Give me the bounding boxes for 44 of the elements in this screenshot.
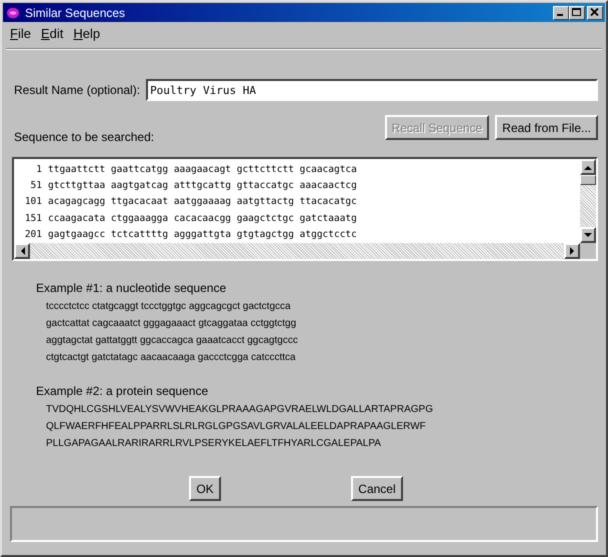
result-name-label: Result Name (optional): (14, 83, 140, 97)
line-number: 151 (24, 212, 42, 224)
vertical-scrollbar[interactable] (580, 159, 596, 243)
example-sequence-line: gactcattat cagcaaatct gggagaaact gtcaggataa cctggtctgg (45, 317, 298, 331)
sequence-line: gagtgaagcc tctcattttg agggattgta gtgtagctgg atggctcctc (48, 229, 357, 240)
horizontal-scrollbar[interactable] (14, 243, 596, 259)
menu-item[interactable]: Help (69, 26, 106, 42)
menu-item[interactable]: Edit (36, 26, 70, 42)
line-number: 101 (24, 196, 42, 208)
line-number: 51 (30, 180, 42, 192)
scroll-left-icon[interactable] (14, 243, 30, 259)
example-sequence-line: ctgtcactgt gatctatagc aacaacaaga gaccctcgga catcccttca (45, 351, 297, 365)
sequence-line: ttgaattctt gaattcatgg aaagaacagt gcttcttctt gcaacagtca (48, 164, 357, 175)
app-icon (5, 6, 21, 20)
close-icon (590, 8, 600, 17)
scroll-down-icon[interactable] (580, 227, 596, 243)
line-number: 1 (35, 164, 42, 175)
minimize-button[interactable] (553, 6, 569, 20)
sequence-text-area[interactable] (12, 157, 598, 261)
menu-item[interactable]: File (6, 26, 37, 42)
example-title: Example #2: a protein sequence (36, 384, 210, 398)
example-sequence-line: QLFWAERFHFEALPPARRLSLRLRGLGPGSAVLGRVALALEELDAPRAPAAGLERWF (45, 420, 427, 434)
example-title: Example #1: a nucleotide sequence (36, 281, 228, 295)
scroll-right-icon[interactable] (564, 243, 580, 259)
scroll-thumb[interactable] (580, 175, 596, 185)
maximize-icon (572, 8, 582, 17)
dialog-button[interactable]: OK (189, 476, 221, 501)
sequence-button[interactable]: Read from File... (495, 115, 598, 140)
window-title: Similar Sequences (25, 6, 126, 20)
line-number: 201 (24, 229, 42, 240)
dialog-button[interactable]: Cancel (351, 476, 403, 501)
sequence-line: ccaagacata ctggaaagga cacacaacgg gaagctctgc gatctaaatg (48, 212, 357, 224)
sequence-line: acagagcagg ttgacacaat aatggaaaag aatgttactg ttacacatgc (48, 196, 357, 208)
result-name-field[interactable]: Poultry Virus HA (146, 79, 598, 101)
sequence-label: Sequence to be searched: (13, 130, 156, 144)
close-button[interactable] (587, 6, 603, 20)
example-sequence-line: PLLGAPAGAALRARIRARRLRVLPSERYKELAEFLTFHYARLCGALEPALPA (45, 437, 382, 451)
scrollbar-corner (580, 243, 596, 259)
sequence-line: gtcttgttaa aagtgatcag atttgcattg gttaccatgc aaacaactcg (48, 180, 357, 192)
scroll-up-icon[interactable] (580, 159, 596, 175)
maximize-button[interactable] (569, 6, 585, 20)
example-sequence-line: TVDQHLCGSHLVEALYSVWVHEAKGLPRAAAGAPGVRAELWLDGALLARTAPRAGPG (45, 403, 434, 417)
example-sequence-line: tcccctctcc ctatgcaggt tccctggtgc aggcagcgct gactctgcca (45, 300, 292, 314)
example-sequence-line: aggtagctat gattatggtt ggcaccagca gaaatcacct ggcagtgccc (45, 334, 299, 348)
